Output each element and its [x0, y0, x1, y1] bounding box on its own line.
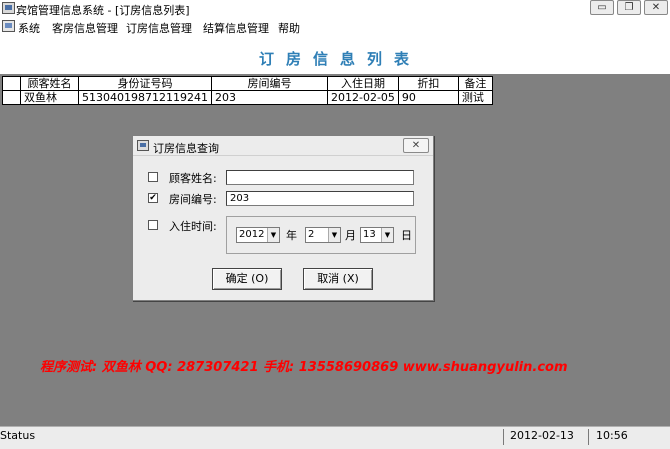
customer-name-label: 顾客姓名:: [169, 172, 217, 185]
minimize-button[interactable]: ▭: [590, 0, 614, 15]
column-header-room-number[interactable]: 房间编号: [210, 76, 328, 91]
room-number-checkbox[interactable]: ✔: [148, 193, 158, 203]
ok-button[interactable]: 确定 (O): [212, 268, 282, 290]
menu-system[interactable]: 系统: [18, 20, 40, 36]
row-indicator[interactable]: [2, 90, 21, 105]
dialog-close-button[interactable]: ✕: [403, 138, 429, 153]
day-unit-label: 日: [401, 229, 412, 242]
cancel-button[interactable]: 取消 (X): [303, 268, 373, 290]
column-header-remark[interactable]: 备注: [457, 76, 493, 91]
column-header-checkin-date[interactable]: 入住日期: [326, 76, 399, 91]
menu-room-info[interactable]: 客房信息管理: [52, 20, 118, 36]
chevron-down-icon: ▼: [267, 228, 279, 242]
chevron-down-icon: ▼: [328, 228, 340, 242]
status-date: 2012-02-13: [510, 429, 574, 442]
cell-remark[interactable]: 测试: [457, 90, 493, 105]
month-value: 2: [308, 229, 315, 240]
booking-table: 顾客姓名 身份证号码 房间编号 入住日期 折扣 备注 双鱼林 513040198…: [2, 76, 493, 105]
table-header-row: 顾客姓名 身份证号码 房间编号 入住日期 折扣 备注: [2, 76, 493, 91]
dialog-title-bar: 订房信息查询 ✕: [133, 136, 433, 156]
checkin-time-checkbox[interactable]: [148, 220, 158, 230]
chevron-down-icon: ▼: [381, 228, 393, 242]
dialog-icon: [137, 140, 149, 151]
customer-name-input[interactable]: [226, 170, 414, 185]
column-header-id-number[interactable]: 身份证号码: [78, 76, 212, 91]
contact-note: 程序测试: 双鱼林 QQ: 287307421 手机: 13558690869 …: [40, 360, 568, 375]
checkin-time-label: 入住时间:: [169, 220, 217, 233]
customer-name-checkbox[interactable]: [148, 172, 158, 182]
app-icon: [2, 2, 15, 14]
menu-settlement-info[interactable]: 结算信息管理: [203, 20, 269, 36]
cell-checkin-date[interactable]: 2012-02-05: [326, 90, 399, 105]
cell-discount[interactable]: 90: [397, 90, 459, 105]
restore-button[interactable]: ❐: [617, 0, 641, 15]
cell-room-number[interactable]: 203: [210, 90, 328, 105]
status-text: Status: [0, 429, 36, 442]
year-select[interactable]: 2012 ▼: [236, 227, 280, 243]
status-divider: [588, 429, 589, 445]
cell-customer-name[interactable]: 双鱼林: [20, 90, 79, 105]
menu-help[interactable]: 帮助: [278, 20, 300, 36]
column-header-discount[interactable]: 折扣: [397, 76, 459, 91]
day-select[interactable]: 13 ▼: [360, 227, 394, 243]
title-bar: 宾馆管理信息系统 - [订房信息列表] ▭ ❐ ✕: [0, 0, 670, 17]
month-unit-label: 月: [345, 229, 356, 242]
room-number-input[interactable]: 203: [226, 191, 414, 206]
status-time: 10:56: [596, 429, 628, 442]
room-number-label: 房间编号:: [169, 193, 217, 206]
year-value: 2012: [239, 229, 265, 240]
cell-id-number[interactable]: 513040198712119241: [78, 90, 212, 105]
document-icon: [2, 20, 15, 32]
dialog-title: 订房信息查询: [153, 142, 219, 155]
close-button[interactable]: ✕: [644, 0, 668, 15]
row-indicator-header: [2, 76, 21, 91]
table-row[interactable]: 双鱼林 513040198712119241 203 2012-02-05 90…: [2, 90, 493, 105]
page-title: 订房信息列表: [258, 50, 421, 68]
month-select[interactable]: 2 ▼: [305, 227, 341, 243]
menu-booking-info[interactable]: 订房信息管理: [126, 20, 192, 36]
window-title: 宾馆管理信息系统 - [订房信息列表]: [16, 4, 190, 17]
column-header-customer-name[interactable]: 顾客姓名: [20, 76, 79, 91]
year-unit-label: 年: [286, 229, 297, 242]
status-divider: [503, 429, 504, 445]
day-value: 13: [363, 229, 376, 240]
